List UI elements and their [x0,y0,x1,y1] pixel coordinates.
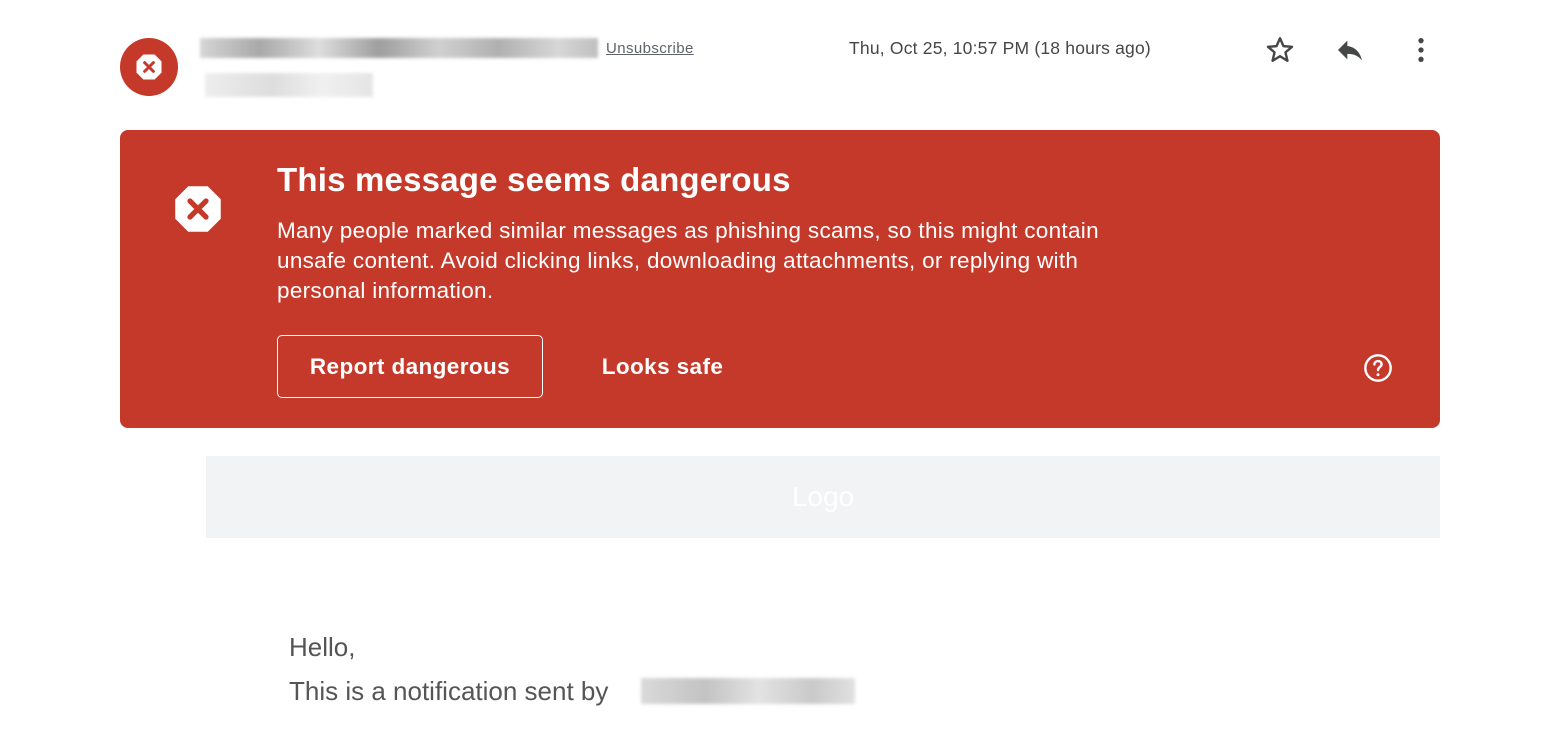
reply-icon [1338,40,1362,61]
sender-company-redacted [641,678,855,704]
sender-name-redacted [200,38,598,58]
message-date: Thu, Oct 25, 10:57 PM (18 hours ago) [849,38,1151,58]
looks-safe-button[interactable]: Looks safe [585,335,740,398]
sender-email-redacted [205,73,373,97]
warning-description: Many people marked similar messages as p… [277,218,1099,303]
email-logo-banner: Logo [206,456,1440,538]
star-outline-icon [1266,37,1294,62]
email-view: Unsubscribe Thu, Oct 25, 10:57 PM (18 ho… [0,0,1542,731]
danger-octagon-icon [136,54,162,80]
help-circle-icon [1364,354,1392,382]
star-button[interactable] [1262,32,1298,68]
unsubscribe-link[interactable]: Unsubscribe [606,40,694,57]
more-vert-icon [1418,38,1424,62]
email-notification-line: This is a notification sent by [289,676,609,706]
warning-title: This message seems dangerous [277,161,791,198]
phishing-warning-banner: This message seems dangerous Many people… [120,130,1440,428]
more-options-button[interactable] [1403,32,1439,68]
danger-octagon-icon [172,183,224,235]
sender-avatar[interactable] [120,38,178,96]
help-button[interactable] [1360,350,1396,386]
reply-button[interactable] [1332,32,1368,68]
email-greeting: Hello, [289,632,356,662]
logo-placeholder-text: Logo [791,481,855,512]
report-dangerous-button[interactable]: Report dangerous [277,335,543,398]
